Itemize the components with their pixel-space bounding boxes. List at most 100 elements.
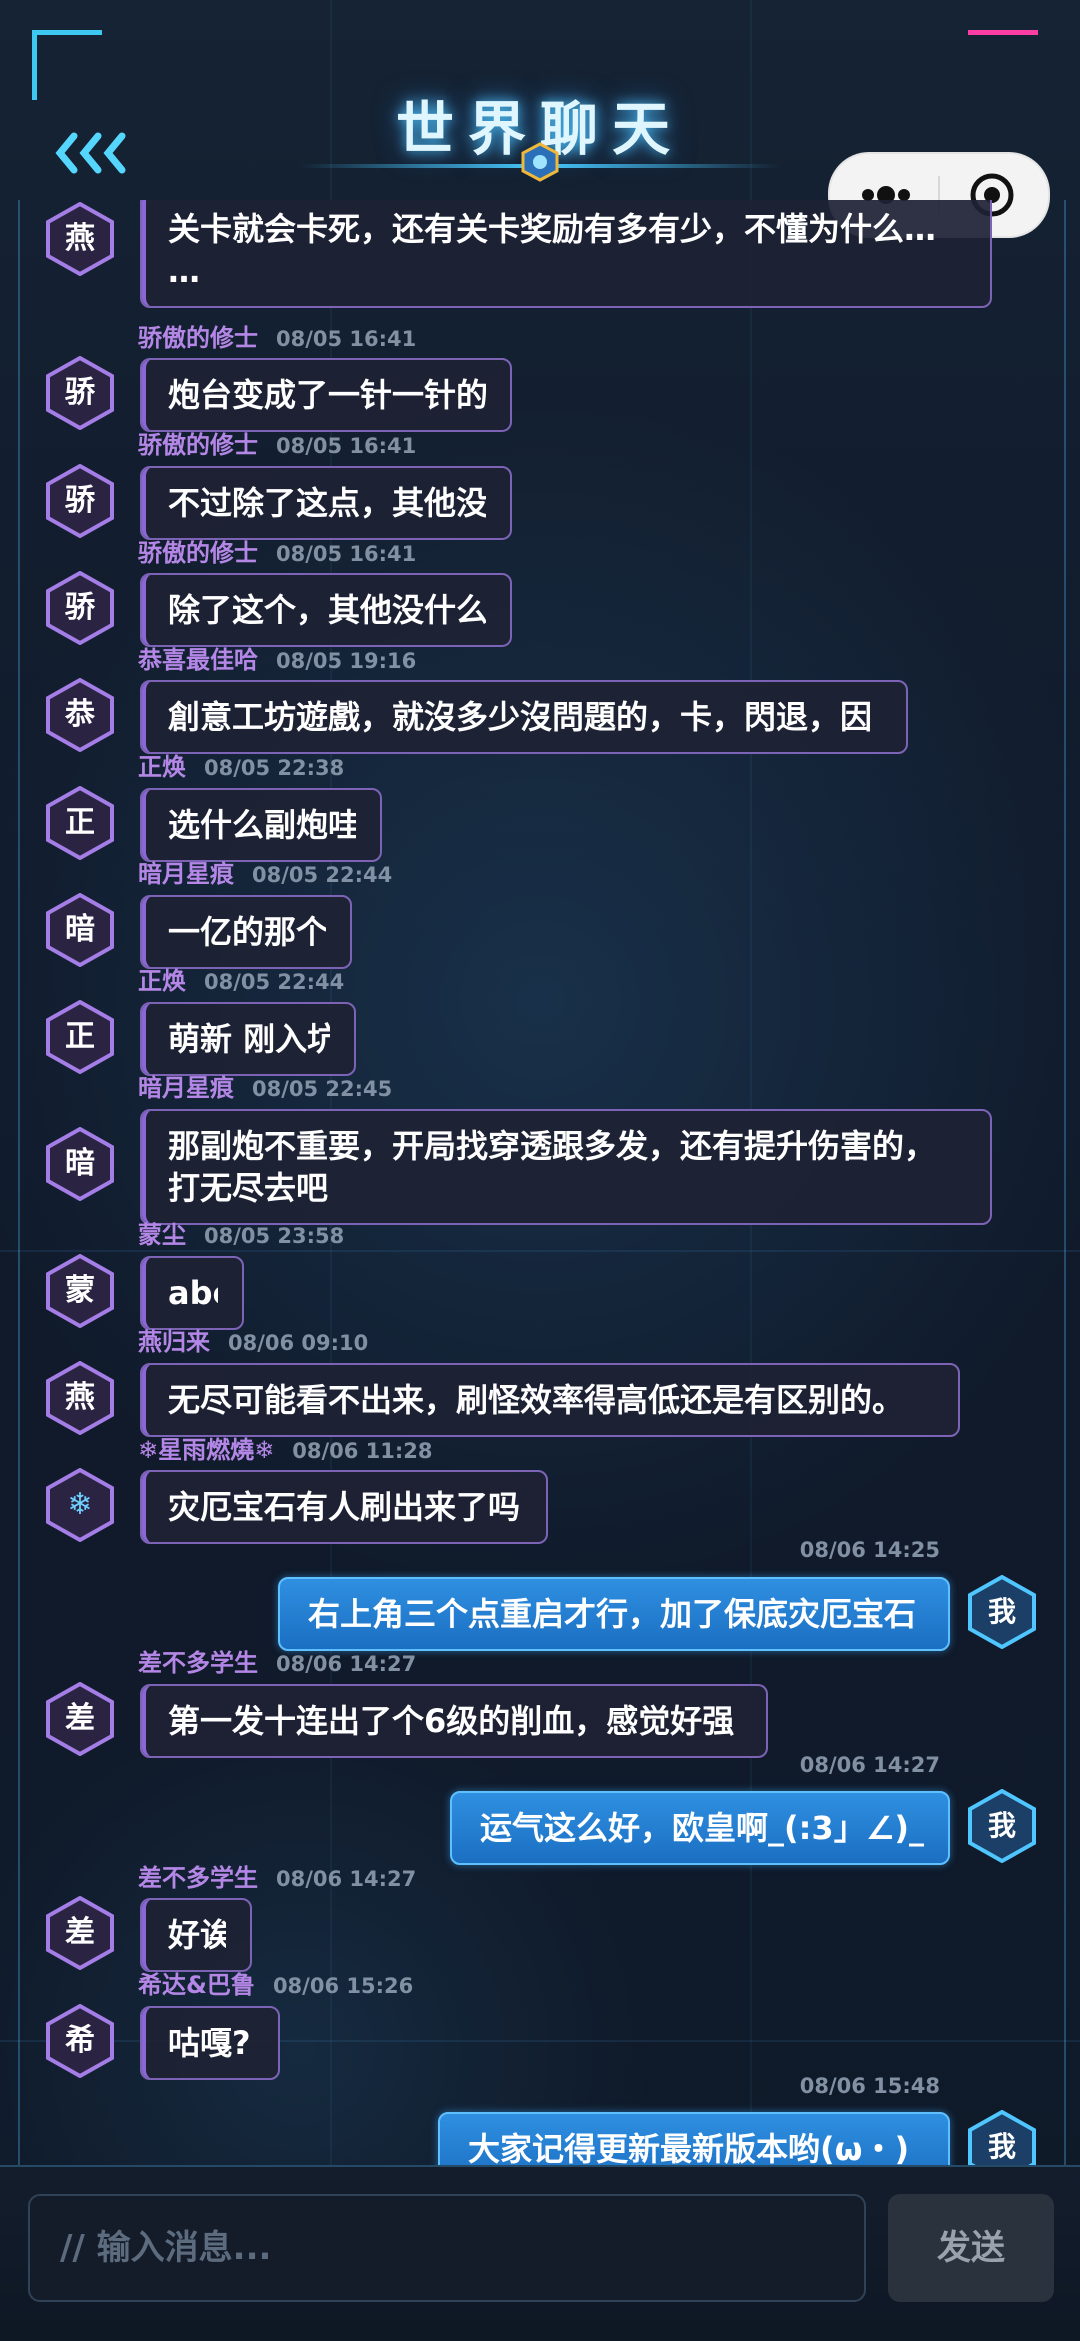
- user-avatar[interactable]: ❄: [46, 1468, 114, 1542]
- message-time: 08/06 14:27: [276, 1867, 417, 1891]
- avatar-initial: 蒙: [65, 1273, 95, 1308]
- message-time: 08/05 22:44: [252, 863, 393, 887]
- message-text-line: 一亿的那个: [168, 913, 326, 951]
- incoming-message-bubble[interactable]: 那副炮不重要，开局找穿透跟多发，还有提升伤害的， 打无尽去吧: [140, 1109, 992, 1225]
- incoming-message-bubble[interactable]: 不过除了这点，其他没: [140, 466, 512, 540]
- user-avatar[interactable]: 希: [46, 2004, 114, 2078]
- user-avatar[interactable]: 骄: [46, 464, 114, 538]
- sender-nickname[interactable]: 差不多学生: [138, 1649, 258, 1677]
- message-text-line: 无尽可能看不出来，刷怪效率得高低还是有区别的。: [168, 1381, 905, 1419]
- message-time: 08/05 22:44: [204, 970, 345, 994]
- user-avatar[interactable]: 暗: [46, 893, 114, 967]
- user-avatar[interactable]: 差: [46, 1896, 114, 1970]
- sender-nickname[interactable]: 正焕: [138, 753, 186, 781]
- user-avatar[interactable]: 骄: [46, 356, 114, 430]
- message-meta: 希达&巴鲁 08/06 15:26: [138, 1965, 413, 2000]
- message-meta: 暗月星痕 08/05 22:44: [138, 854, 392, 889]
- message-text-line: 不过除了这点，其他没: [168, 484, 486, 522]
- message-meta: 正焕 08/05 22:44: [138, 961, 344, 996]
- user-avatar[interactable]: 骄: [46, 571, 114, 645]
- message-time: 08/06 11:28: [292, 1439, 433, 1463]
- incoming-message-bubble[interactable]: abc: [140, 1256, 244, 1330]
- message-meta: 差不多学生 08/06 14:27: [138, 1643, 416, 1678]
- message-text-line: 灾厄宝石有人刷出来了吗: [168, 1488, 521, 1526]
- incoming-message-bubble[interactable]: 咕嘎?: [140, 2006, 280, 2080]
- message-time: 08/06 14:27: [799, 1753, 940, 1777]
- incoming-message-bubble[interactable]: 一亿的那个: [140, 895, 352, 969]
- sender-nickname[interactable]: ❄星雨燃燒❄: [138, 1436, 274, 1464]
- user-avatar[interactable]: 暗: [46, 1127, 114, 1201]
- user-avatar[interactable]: 燕: [46, 202, 114, 276]
- incoming-message-bubble[interactable]: 第一发十连出了个6级的削血，感觉好强: [140, 1684, 768, 1758]
- incoming-message-bubble[interactable]: 除了这个，其他没什么: [140, 573, 512, 647]
- sender-nickname[interactable]: 蒙尘: [138, 1221, 186, 1249]
- outgoing-message-bubble[interactable]: 右上角三个点重启才行，加了保底灾厄宝石: [278, 1577, 950, 1651]
- self-avatar[interactable]: 我: [968, 1575, 1036, 1649]
- sender-nickname[interactable]: 骄傲的修士: [138, 324, 258, 352]
- message-meta: 暗月星痕 08/05 22:45: [138, 1068, 392, 1103]
- user-avatar[interactable]: 恭: [46, 678, 114, 752]
- sender-nickname[interactable]: 燕归来: [138, 1328, 210, 1356]
- user-avatar[interactable]: 燕: [46, 1361, 114, 1435]
- message-text-line: 創意工坊遊戲，就沒多少沒問題的，卡，閃退，因: [168, 698, 873, 736]
- avatar-initial: 燕: [65, 221, 95, 256]
- sender-nickname[interactable]: 暗月星痕: [138, 1074, 234, 1102]
- message-meta: 骄傲的修士 08/05 16:41: [138, 318, 416, 353]
- outgoing-message-bubble[interactable]: 运气这么好，欧皇啊_(:3」∠)_: [450, 1791, 950, 1865]
- incoming-message-bubble[interactable]: 好诶: [140, 1898, 252, 1972]
- sender-nickname[interactable]: 差不多学生: [138, 1864, 258, 1892]
- avatar-initial: 希: [65, 2023, 95, 2058]
- message-time: 08/06 14:27: [276, 1652, 417, 1676]
- message-meta: 蒙尘 08/05 23:58: [138, 1215, 344, 1250]
- incoming-message-bubble[interactable]: 关卡就会卡死，还有关卡奖励有多有少，不懂为什么……: [140, 200, 992, 308]
- message-text-line: 运气这么好，欧皇啊_(:3」∠)_: [480, 1809, 924, 1847]
- avatar-initial: 我: [987, 1595, 1016, 1628]
- input-bar: 发送: [0, 2165, 1080, 2341]
- incoming-message-bubble[interactable]: 选什么副炮哇: [140, 788, 382, 862]
- user-avatar[interactable]: 正: [46, 786, 114, 860]
- user-avatar[interactable]: 蒙: [46, 1254, 114, 1328]
- send-button[interactable]: 发送: [888, 2194, 1054, 2302]
- avatar-initial: 燕: [65, 1380, 95, 1415]
- message-meta: ❄星雨燃燒❄ 08/06 11:28: [138, 1430, 433, 1465]
- incoming-message-bubble[interactable]: 創意工坊遊戲，就沒多少沒問題的，卡，閃退，因: [140, 680, 908, 754]
- sender-nickname[interactable]: 正焕: [138, 967, 186, 995]
- avatar-initial: 骄: [65, 590, 95, 625]
- message-time: 08/06 14:25: [799, 1538, 940, 1562]
- sender-nickname[interactable]: 骄傲的修士: [138, 539, 258, 567]
- sender-nickname[interactable]: 骄傲的修士: [138, 431, 258, 459]
- avatar-initial: 我: [987, 1809, 1016, 1842]
- avatar-initial: 暗: [65, 1146, 95, 1181]
- message-text-line: …: [168, 252, 200, 290]
- avatar-initial: 我: [987, 2130, 1016, 2163]
- message-time: 08/05 22:45: [252, 1077, 393, 1101]
- gem-icon: [521, 142, 559, 182]
- sender-nickname[interactable]: 暗月星痕: [138, 860, 234, 888]
- incoming-message-bubble[interactable]: 无尽可能看不出来，刷怪效率得高低还是有区别的。: [140, 1363, 960, 1437]
- incoming-message-bubble[interactable]: 炮台变成了一针一针的: [140, 358, 512, 432]
- message-text-line: 炮台变成了一针一针的: [168, 376, 486, 414]
- message-meta: 骄傲的修士 08/05 16:41: [138, 533, 416, 568]
- user-avatar[interactable]: 差: [46, 1682, 114, 1756]
- message-text-line: 第一发十连出了个6级的削血，感觉好强: [168, 1702, 735, 1740]
- message-time: 08/05 16:41: [276, 434, 417, 458]
- header: 世界聊天: [0, 0, 1080, 238]
- incoming-message-bubble[interactable]: 灾厄宝石有人刷出来了吗: [140, 1470, 548, 1544]
- message-text-line: 除了这个，其他没什么: [168, 591, 486, 629]
- self-avatar[interactable]: 我: [968, 2110, 1036, 2165]
- self-avatar[interactable]: 我: [968, 1789, 1036, 1863]
- chat-panel[interactable]: 燕 关卡就会卡死，还有关卡奖励有多有少，不懂为什么… … 骄傲的修士 08/05 16:…: [18, 200, 1066, 2167]
- message-text-line: 萌新 刚入坑: [168, 1020, 330, 1058]
- sender-nickname[interactable]: 恭喜最佳哈: [138, 646, 258, 674]
- message-meta: 燕归来 08/06 09:10: [138, 1322, 368, 1357]
- message-list[interactable]: 燕 关卡就会卡死，还有关卡奖励有多有少，不懂为什么… … 骄傲的修士 08/05 16:…: [20, 200, 1064, 2165]
- incoming-message-bubble[interactable]: 萌新 刚入坑: [140, 1002, 356, 1076]
- message-text-line: 选什么副炮哇: [168, 806, 356, 844]
- sender-nickname[interactable]: 希达&巴鲁: [138, 1971, 255, 1999]
- message-input[interactable]: [28, 2194, 866, 2302]
- avatar-initial: ❄: [67, 1487, 93, 1522]
- message-text-line: 右上角三个点重启才行，加了保底灾厄宝石: [308, 1595, 917, 1633]
- outgoing-message-bubble[interactable]: 大家记得更新最新版本哟(ω・): [438, 2112, 950, 2165]
- message-time: 08/06 15:26: [272, 1974, 414, 1998]
- user-avatar[interactable]: 正: [46, 1000, 114, 1074]
